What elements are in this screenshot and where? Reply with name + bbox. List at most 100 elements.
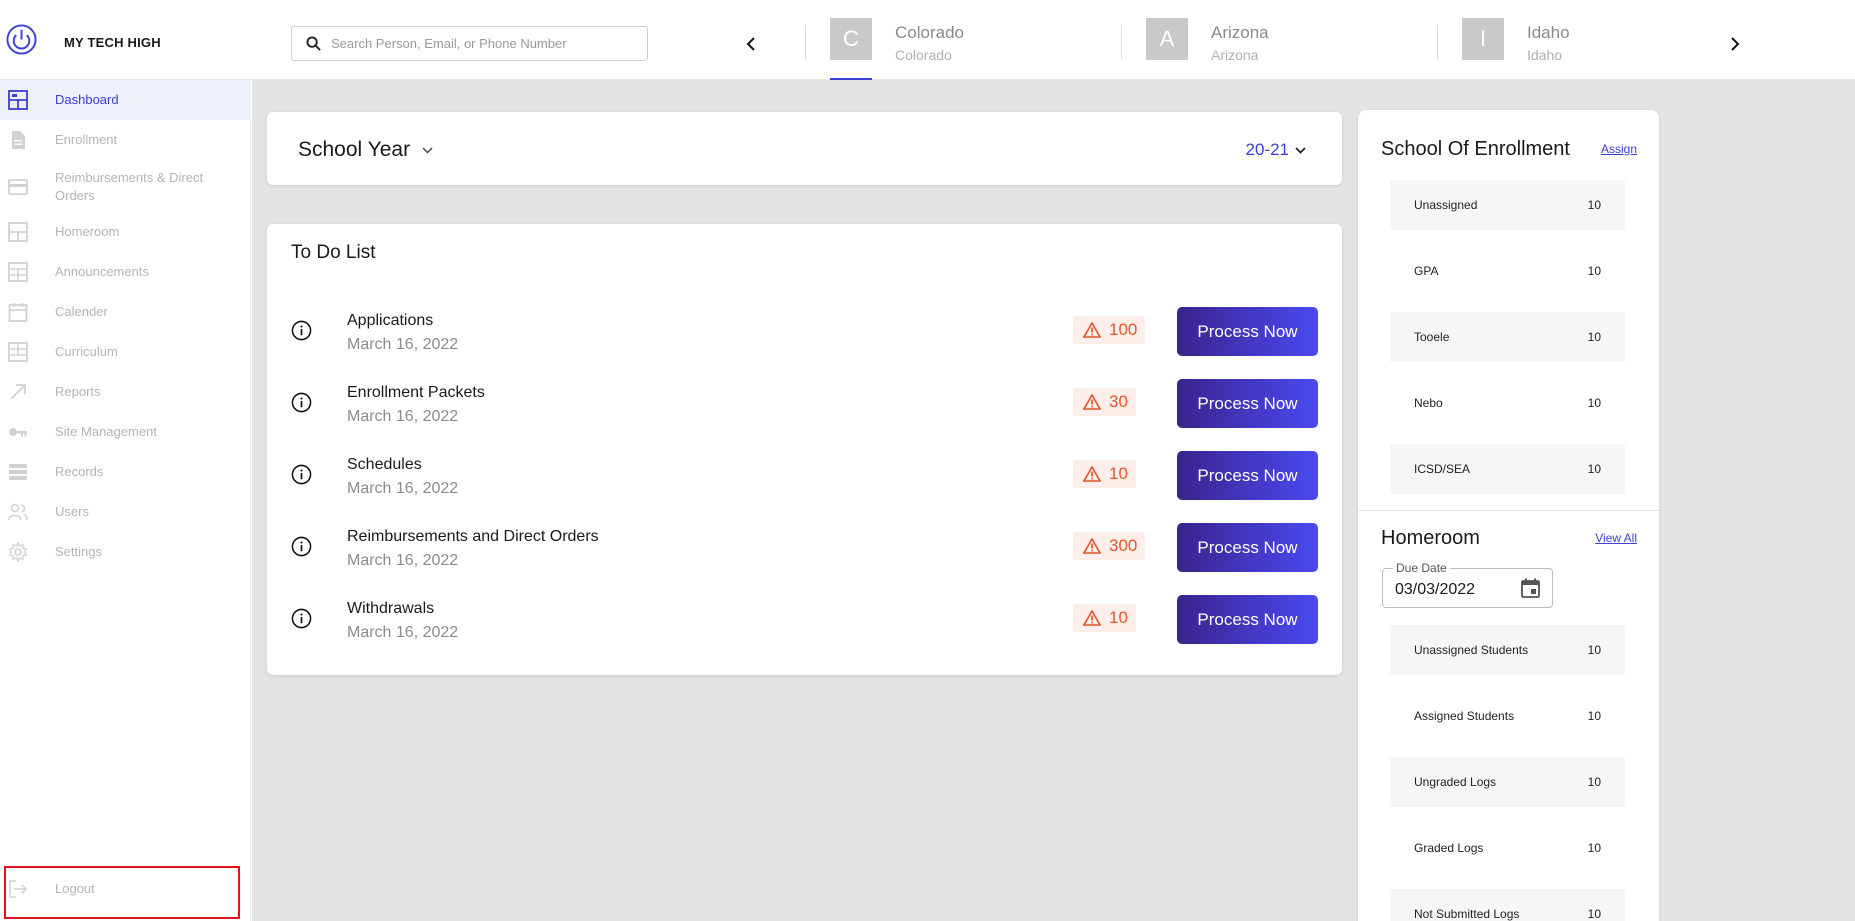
chevron-down-icon: [422, 146, 433, 154]
search-box[interactable]: [291, 26, 648, 61]
process-now-button[interactable]: Process Now: [1177, 451, 1318, 500]
row-label: Graded Logs: [1414, 841, 1484, 855]
sidebar-item-label: Dashboard: [55, 92, 119, 107]
search-input[interactable]: [331, 36, 631, 51]
warning-icon: [1083, 610, 1101, 626]
state-avatar: I: [1462, 18, 1504, 60]
sidebar-item-reports[interactable]: Reports: [0, 372, 251, 412]
calendar-icon[interactable]: [1521, 578, 1540, 598]
row-label: Not Submitted Logs: [1414, 907, 1520, 921]
assign-link[interactable]: Assign: [1601, 142, 1637, 156]
todo-date: March 16, 2022: [347, 480, 459, 497]
sidebar-item-enrollment[interactable]: Enrollment: [0, 120, 251, 160]
sidebar-item-label: Announcements: [55, 264, 149, 279]
school-year-card: School Year 20-21: [267, 112, 1342, 185]
sidebar-item-label: Settings: [55, 544, 102, 559]
row-count: 10: [1587, 462, 1601, 476]
homeroom-icon: [8, 222, 28, 242]
sidebar-item-site-management[interactable]: Site Management: [0, 412, 251, 452]
chevron-down-icon: [1295, 146, 1306, 154]
sidebar-item-settings[interactable]: Settings: [0, 532, 251, 572]
school-year-value: 20-21: [1245, 140, 1289, 159]
warning-icon: [1083, 322, 1101, 338]
homeroom-row[interactable]: Assigned Students 10: [1390, 691, 1625, 741]
state-avatar: C: [830, 18, 872, 60]
info-icon[interactable]: [291, 320, 312, 341]
row-count: 10: [1587, 264, 1601, 278]
info-icon[interactable]: [291, 608, 312, 629]
prev-state-button[interactable]: [739, 30, 763, 58]
todo-date: March 16, 2022: [347, 552, 459, 569]
info-icon[interactable]: [291, 392, 312, 413]
enrollment-row[interactable]: Tooele 10: [1390, 312, 1625, 362]
calendar-icon: [8, 303, 28, 322]
row-count: 10: [1587, 330, 1601, 344]
sidebar-item-label: Site Management: [55, 424, 157, 439]
process-now-button[interactable]: Process Now: [1177, 307, 1318, 356]
row-label: Ungraded Logs: [1414, 775, 1497, 789]
arrow-up-right-icon: [10, 384, 26, 400]
logout-highlight: [4, 866, 240, 919]
row-count: 10: [1587, 396, 1601, 410]
process-now-button[interactable]: Process Now: [1177, 595, 1318, 644]
homeroom-row[interactable]: Graded Logs 10: [1390, 823, 1625, 873]
enrollment-row[interactable]: ICSD/SEA 10: [1390, 444, 1625, 494]
todo-title: To Do List: [291, 242, 376, 263]
state-name: Colorado: [895, 23, 964, 42]
sidebar-item-label: Calender: [55, 304, 108, 319]
sidebar-item-calender[interactable]: Calender: [0, 292, 251, 332]
todo-name: Enrollment Packets: [347, 384, 485, 401]
enrollment-row[interactable]: GPA 10: [1390, 246, 1625, 296]
sidebar-item-curriculum[interactable]: Curriculum: [0, 332, 251, 372]
state-sub: Colorado: [895, 47, 952, 63]
due-date-value: 03/03/2022: [1395, 581, 1476, 598]
count-badge: 100: [1073, 316, 1146, 344]
school-of-enrollment-title: School Of Enrollment: [1381, 138, 1570, 160]
homeroom-row[interactable]: Unassigned Students 10: [1390, 625, 1625, 675]
row-label: Tooele: [1414, 330, 1450, 344]
sidebar-item-announcements[interactable]: Announcements: [0, 252, 251, 292]
top-bar: MY TECH HIGH C Colorado Colorado A Arizo…: [0, 0, 1855, 80]
school-year-select[interactable]: School Year: [298, 138, 433, 162]
row-count: 10: [1587, 841, 1601, 855]
badge-count: 300: [1109, 536, 1138, 555]
sidebar-item-records[interactable]: Records: [0, 452, 251, 492]
state-tab-colorado[interactable]: C Colorado Colorado: [830, 18, 964, 80]
row-count: 10: [1587, 709, 1601, 723]
sidebar-item-label: Reports: [55, 384, 101, 399]
todo-row: Schedules March 16, 2022 10 Process Now: [267, 446, 1342, 518]
info-icon[interactable]: [291, 464, 312, 485]
chevron-left-icon: [746, 37, 755, 51]
brand-name: MY TECH HIGH: [64, 35, 161, 50]
row-count: 10: [1587, 643, 1601, 657]
sidebar-item-users[interactable]: Users: [0, 492, 251, 532]
due-date-field[interactable]: Due Date 03/03/2022: [1382, 561, 1553, 608]
sidebar-item-dashboard[interactable]: Dashboard: [0, 80, 251, 120]
row-count: 10: [1587, 775, 1601, 789]
todo-card: To Do List Applications March 16, 2022 1…: [267, 224, 1342, 675]
state-avatar: A: [1146, 18, 1188, 60]
state-tab-idaho[interactable]: I Idaho Idaho: [1462, 18, 1570, 80]
enrollment-row[interactable]: Nebo 10: [1390, 378, 1625, 428]
next-state-button[interactable]: [1723, 30, 1747, 58]
homeroom-row[interactable]: Not Submitted Logs 10: [1390, 889, 1625, 921]
view-all-link[interactable]: View All: [1595, 531, 1637, 545]
state-tab-arizona[interactable]: A Arizona Arizona: [1146, 18, 1269, 80]
process-now-button[interactable]: Process Now: [1177, 523, 1318, 572]
todo-row: Reimbursements and Direct Orders March 1…: [267, 518, 1342, 590]
process-now-button[interactable]: Process Now: [1177, 379, 1318, 428]
enrollment-row[interactable]: Unassigned 10: [1390, 180, 1625, 230]
key-icon: [9, 428, 27, 437]
homeroom-title: Homeroom: [1381, 527, 1480, 549]
divider: [805, 25, 806, 59]
list-icon: [9, 464, 27, 480]
sidebar-item-reimbursements[interactable]: Reimbursements & Direct Orders: [0, 160, 251, 212]
search-icon: [306, 36, 321, 51]
credit-card-icon: [8, 179, 28, 195]
info-icon[interactable]: [291, 536, 312, 557]
power-logo-icon: [6, 24, 37, 55]
school-year-value-select[interactable]: 20-21: [1246, 140, 1306, 160]
sidebar-item-homeroom[interactable]: Homeroom: [0, 212, 251, 252]
homeroom-row[interactable]: Ungraded Logs 10: [1390, 757, 1625, 807]
count-badge: 10: [1073, 604, 1136, 632]
